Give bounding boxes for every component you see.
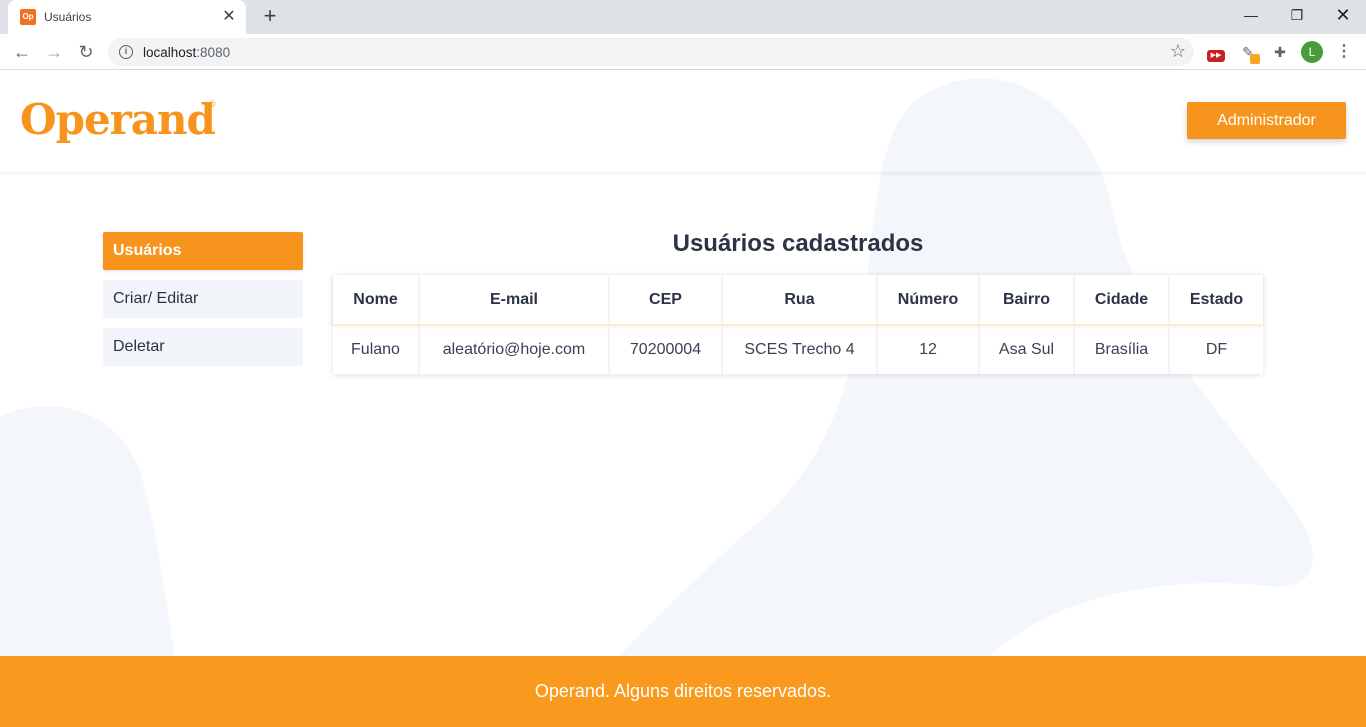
extensions-puzzle-icon[interactable]: ✚ <box>1268 40 1292 64</box>
cell-bairro: Asa Sul <box>980 325 1075 374</box>
cell-estado: DF <box>1205 341 1228 358</box>
tab-close-icon[interactable]: ✕ <box>218 6 240 28</box>
users-table: Nome E-mail CEP Rua Número Bairro Cidade… <box>333 275 1263 374</box>
page-title: Usuários cadastrados <box>672 230 924 257</box>
youtube-extension-icon[interactable]: ▶▶ <box>1204 40 1228 64</box>
operand-logo[interactable]: Operand <box>20 95 216 144</box>
column-header-bairro: Bairro <box>980 275 1075 324</box>
cell-nome: Fulano <box>333 325 420 374</box>
bookmark-star-icon[interactable]: ☆ <box>1170 41 1186 62</box>
url-text[interactable]: localhost:8080 <box>143 45 230 60</box>
browser-menu-icon[interactable]: ⋮ <box>1332 40 1356 64</box>
column-header-numero: Número <box>878 275 980 324</box>
browser-toolbar: ← → ↻ i localhost:8080 ☆ ▶▶ ✎ ✚ L ⋮ <box>0 34 1366 70</box>
new-tab-button[interactable]: + <box>258 5 282 29</box>
site-info-icon[interactable]: i <box>119 45 133 59</box>
tab-title: Usuários <box>44 10 92 24</box>
profile-avatar[interactable]: L <box>1301 41 1323 63</box>
column-header-email: E-mail <box>420 275 610 324</box>
column-header-nome: Nome <box>333 275 420 324</box>
window-minimize-button[interactable]: — <box>1228 0 1274 32</box>
sidebar-item-criar-editar[interactable]: Criar/ Editar <box>103 280 303 318</box>
column-header-cidade: Cidade <box>1075 275 1170 324</box>
favicon-icon: Op <box>20 9 36 25</box>
cell-cep: 70200004 <box>610 325 723 374</box>
table-header-row: Nome E-mail CEP Rua Número Bairro Cidade… <box>333 275 1263 324</box>
forward-arrow-icon[interactable]: → <box>40 38 68 66</box>
page-viewport: Operand ® Administrador Usuários Criar/ … <box>0 71 1366 727</box>
cell-numero: 12 <box>878 325 980 374</box>
footer-text: Operand. Alguns direitos reservados. <box>534 681 832 701</box>
cell-rua: SCES Trecho 4 <box>723 325 878 374</box>
sidebar-item-usuarios[interactable]: Usuários <box>103 232 303 270</box>
column-header-estado: Estado <box>1189 291 1244 308</box>
address-bar[interactable]: i localhost:8080 ☆ <box>108 38 1194 66</box>
back-arrow-icon[interactable]: ← <box>8 38 36 66</box>
site-footer: Operand. Alguns direitos reservados. <box>0 656 1366 727</box>
window-close-button[interactable]: ✕ <box>1320 0 1366 32</box>
browser-tabstrip: Op Usuários ✕ + — ❐ ✕ <box>0 0 1366 34</box>
column-header-cep: CEP <box>610 275 723 324</box>
browser-tab[interactable]: Op Usuários ✕ <box>8 0 246 34</box>
url-host: localhost <box>143 45 197 60</box>
table-row[interactable]: Fulano aleatório@hoje.com 70200004 SCES … <box>333 325 1263 374</box>
cell-cidade: Brasília <box>1075 325 1170 374</box>
administrator-button[interactable]: Administrador <box>1187 102 1346 139</box>
column-header-rua: Rua <box>723 275 878 324</box>
site-header: Operand ® Administrador <box>0 71 1366 172</box>
reload-icon[interactable]: ↻ <box>72 38 100 66</box>
sidebar-item-deletar[interactable]: Deletar <box>103 328 303 366</box>
cell-email: aleatório@hoje.com <box>420 325 610 374</box>
eyedropper-extension-icon[interactable]: ✎ <box>1236 40 1260 64</box>
extension-badge <box>1250 54 1260 64</box>
registered-mark: ® <box>209 99 216 109</box>
window-maximize-button[interactable]: ❐ <box>1274 0 1320 32</box>
url-port: :8080 <box>196 45 231 60</box>
